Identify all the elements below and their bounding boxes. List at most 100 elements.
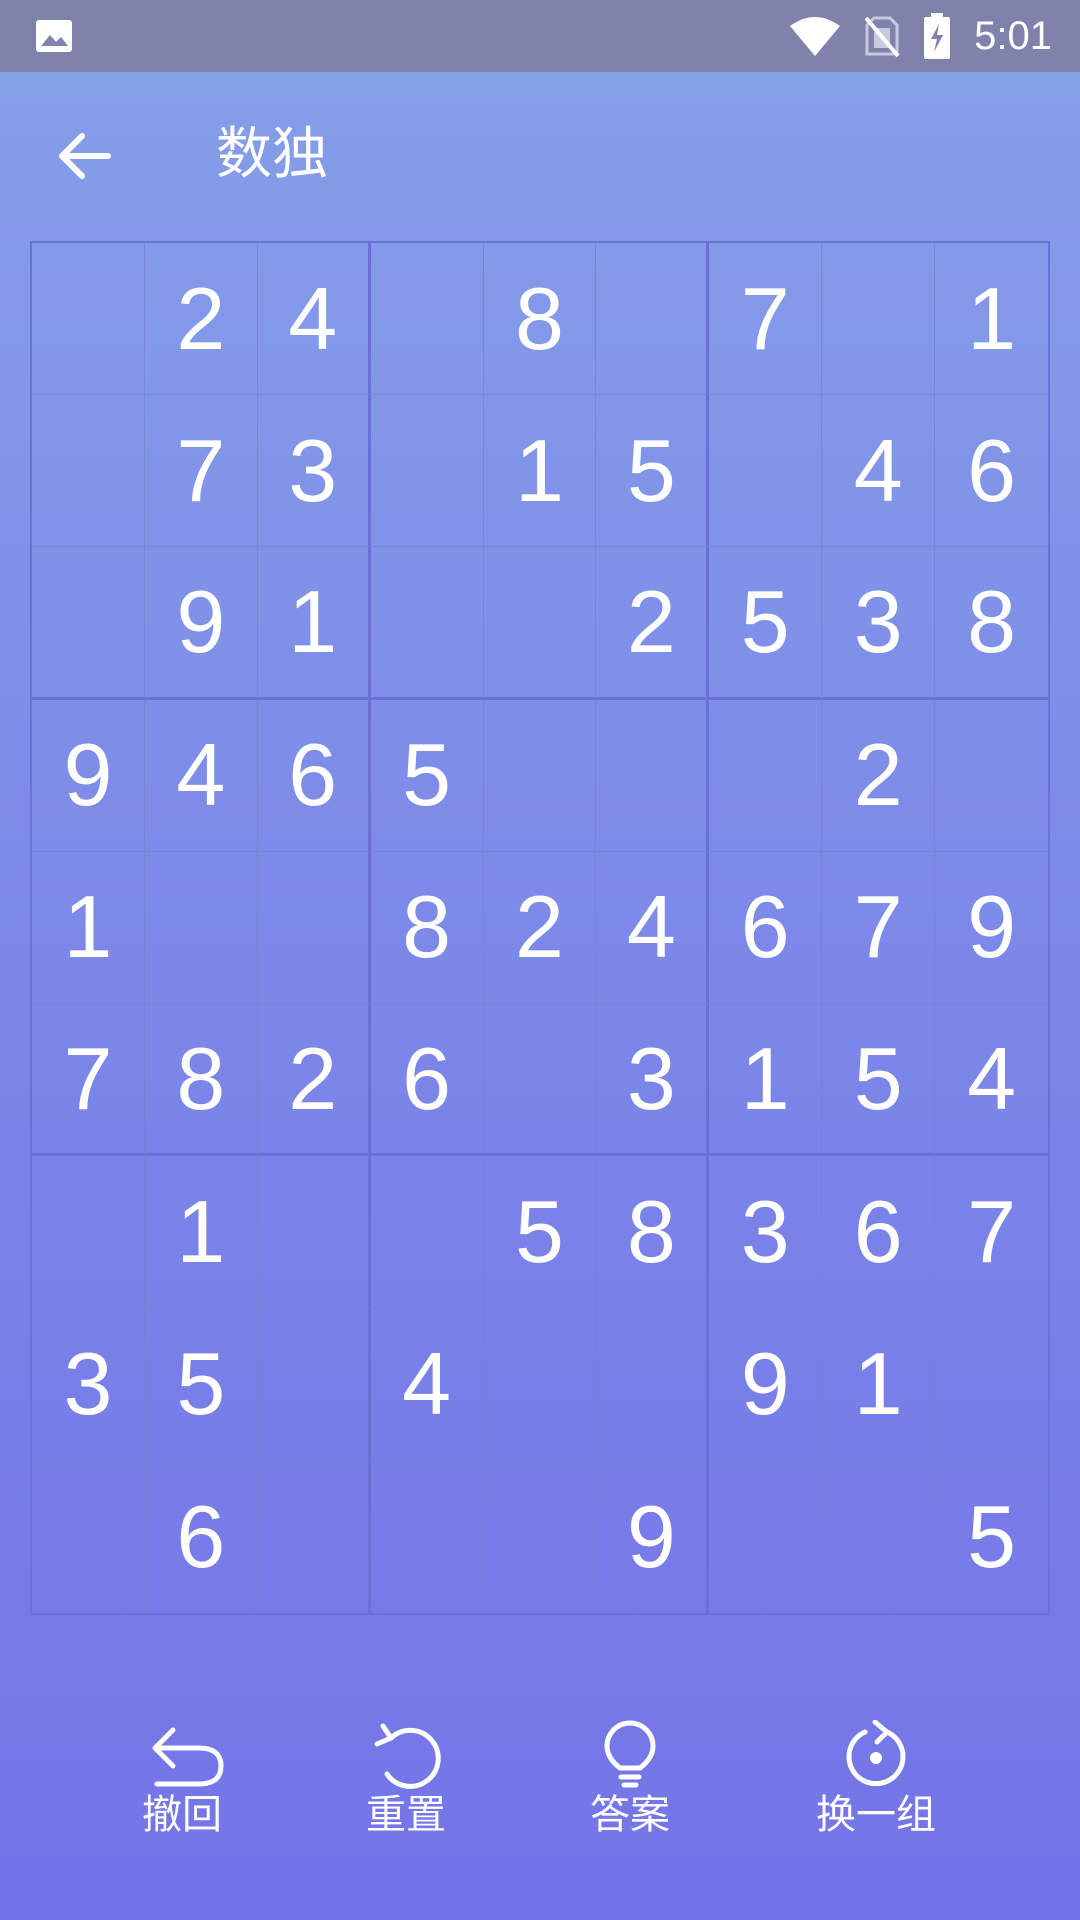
sudoku-cell[interactable]: 8: [935, 547, 1048, 700]
sudoku-cell[interactable]: 6: [145, 1460, 258, 1613]
sudoku-cell[interactable]: 1: [709, 1004, 823, 1157]
sudoku-cell[interactable]: [822, 243, 936, 396]
sudoku-cell[interactable]: [822, 1460, 936, 1613]
sudoku-cell[interactable]: 9: [32, 699, 145, 852]
sudoku-cell[interactable]: 8: [596, 1156, 710, 1309]
answer-label: 答案: [590, 1792, 670, 1838]
sudoku-cell[interactable]: 9: [596, 1460, 710, 1613]
sudoku-cell[interactable]: 1: [32, 851, 145, 1005]
sudoku-cell[interactable]: 2: [596, 547, 710, 700]
sudoku-cell[interactable]: 6: [370, 1004, 484, 1157]
sudoku-cell[interactable]: 2: [483, 851, 597, 1005]
sudoku-cell[interactable]: [596, 699, 710, 852]
sudoku-cell[interactable]: [709, 699, 823, 852]
sudoku-cell[interactable]: 7: [144, 395, 258, 548]
image-icon: [36, 20, 72, 52]
sudoku-cell[interactable]: 6: [822, 1156, 936, 1309]
sudoku-cell[interactable]: 5: [822, 1004, 936, 1157]
sudoku-cell[interactable]: 7: [935, 1156, 1048, 1309]
sudoku-cell[interactable]: 5: [144, 1308, 258, 1461]
sudoku-cell[interactable]: 1: [257, 547, 371, 700]
sudoku-cell[interactable]: [32, 1460, 145, 1613]
sudoku-cell[interactable]: 5: [483, 1156, 597, 1309]
sudoku-cell[interactable]: 3: [32, 1308, 145, 1461]
sudoku-cell[interactable]: [32, 395, 145, 548]
sudoku-cell[interactable]: 1: [935, 243, 1048, 396]
sudoku-cell[interactable]: 4: [257, 243, 371, 396]
reset-label: 重置: [366, 1792, 446, 1838]
sudoku-cell[interactable]: [258, 1460, 371, 1613]
sudoku-cell[interactable]: [483, 1004, 597, 1157]
sudoku-cell[interactable]: [709, 1460, 823, 1613]
sudoku-cell[interactable]: 7: [822, 851, 936, 1005]
battery-charging-icon: [924, 13, 951, 59]
sudoku-cell[interactable]: [935, 1309, 1048, 1461]
new-set-button[interactable]: 换一组: [786, 1720, 966, 1840]
sudoku-cell[interactable]: [257, 1308, 371, 1461]
sudoku-cell[interactable]: [371, 1460, 484, 1613]
sudoku-cell[interactable]: [483, 1308, 597, 1461]
sudoku-cell[interactable]: 6: [709, 851, 823, 1005]
reset-icon: [374, 1723, 441, 1789]
sudoku-cell[interactable]: 4: [370, 1308, 484, 1461]
sudoku-cell[interactable]: 1: [144, 1156, 258, 1309]
page-title: 数独: [216, 122, 328, 187]
sudoku-cell[interactable]: 6: [257, 699, 371, 852]
undo-icon: [152, 1727, 224, 1787]
sudoku-cell[interactable]: 5: [370, 699, 484, 852]
back-button[interactable]: [44, 120, 124, 192]
sudoku-cell[interactable]: [257, 1156, 371, 1309]
sudoku-cell[interactable]: [370, 1156, 484, 1309]
sudoku-cell[interactable]: [484, 1460, 597, 1613]
sudoku-cell[interactable]: 1: [822, 1308, 936, 1461]
sudoku-cell[interactable]: 9: [144, 547, 258, 700]
sudoku-cell[interactable]: [144, 851, 258, 1005]
sudoku-cell[interactable]: 5: [596, 395, 710, 548]
bottom-toolbar: 撤回 重置 答案 换一组: [0, 1720, 1080, 1870]
no-sim-icon: [864, 16, 900, 58]
sudoku-cell[interactable]: 5: [935, 1461, 1048, 1613]
sudoku-cell[interactable]: 8: [144, 1004, 258, 1157]
sudoku-cell[interactable]: [709, 395, 823, 548]
sudoku-cell[interactable]: 5: [709, 547, 823, 700]
status-time: 5:01: [974, 13, 1052, 58]
status-bar: 5:01: [0, 0, 1080, 72]
sudoku-cell[interactable]: 4: [935, 1004, 1048, 1157]
sudoku-cell[interactable]: 4: [822, 395, 936, 548]
sudoku-cell[interactable]: 8: [370, 851, 484, 1005]
sudoku-cell[interactable]: 7: [32, 1004, 145, 1157]
sudoku-cell[interactable]: 4: [596, 851, 710, 1005]
sudoku-cell[interactable]: [483, 547, 597, 700]
sudoku-cell[interactable]: 6: [935, 395, 1048, 548]
sudoku-cell[interactable]: [32, 243, 145, 396]
sudoku-cell[interactable]: 3: [257, 395, 371, 548]
app-header: 数独: [0, 72, 1080, 240]
sudoku-cell[interactable]: [257, 851, 371, 1005]
sudoku-cell[interactable]: [596, 243, 710, 396]
sudoku-cell[interactable]: 9: [709, 1308, 823, 1461]
reset-button[interactable]: 重置: [316, 1720, 496, 1840]
sudoku-cell[interactable]: 3: [596, 1004, 710, 1157]
sudoku-cell[interactable]: 7: [709, 243, 823, 396]
sudoku-cell[interactable]: [370, 395, 484, 548]
sudoku-cell[interactable]: 4: [144, 699, 258, 852]
sudoku-cell[interactable]: 2: [144, 243, 258, 396]
sudoku-cell[interactable]: 2: [822, 699, 936, 852]
sudoku-cell[interactable]: [32, 547, 145, 700]
sudoku-cell[interactable]: [596, 1308, 710, 1461]
sudoku-cell[interactable]: 3: [709, 1156, 823, 1309]
sudoku-cell[interactable]: [370, 243, 484, 396]
sudoku-cell[interactable]: 2: [257, 1004, 371, 1157]
sudoku-cell[interactable]: 3: [822, 547, 936, 700]
undo-label: 撤回: [142, 1792, 222, 1838]
sudoku-cell[interactable]: [483, 699, 597, 852]
sudoku-cell[interactable]: 8: [483, 243, 597, 396]
sudoku-cell[interactable]: [32, 1156, 145, 1309]
undo-button[interactable]: 撤回: [92, 1720, 272, 1840]
sudoku-cell[interactable]: [370, 547, 484, 700]
sudoku-cell[interactable]: 1: [483, 395, 597, 548]
new-set-label: 换一组: [816, 1792, 936, 1838]
sudoku-cell[interactable]: 9: [935, 852, 1048, 1005]
answer-button[interactable]: 答案: [540, 1720, 720, 1840]
sudoku-cell[interactable]: [935, 700, 1048, 852]
